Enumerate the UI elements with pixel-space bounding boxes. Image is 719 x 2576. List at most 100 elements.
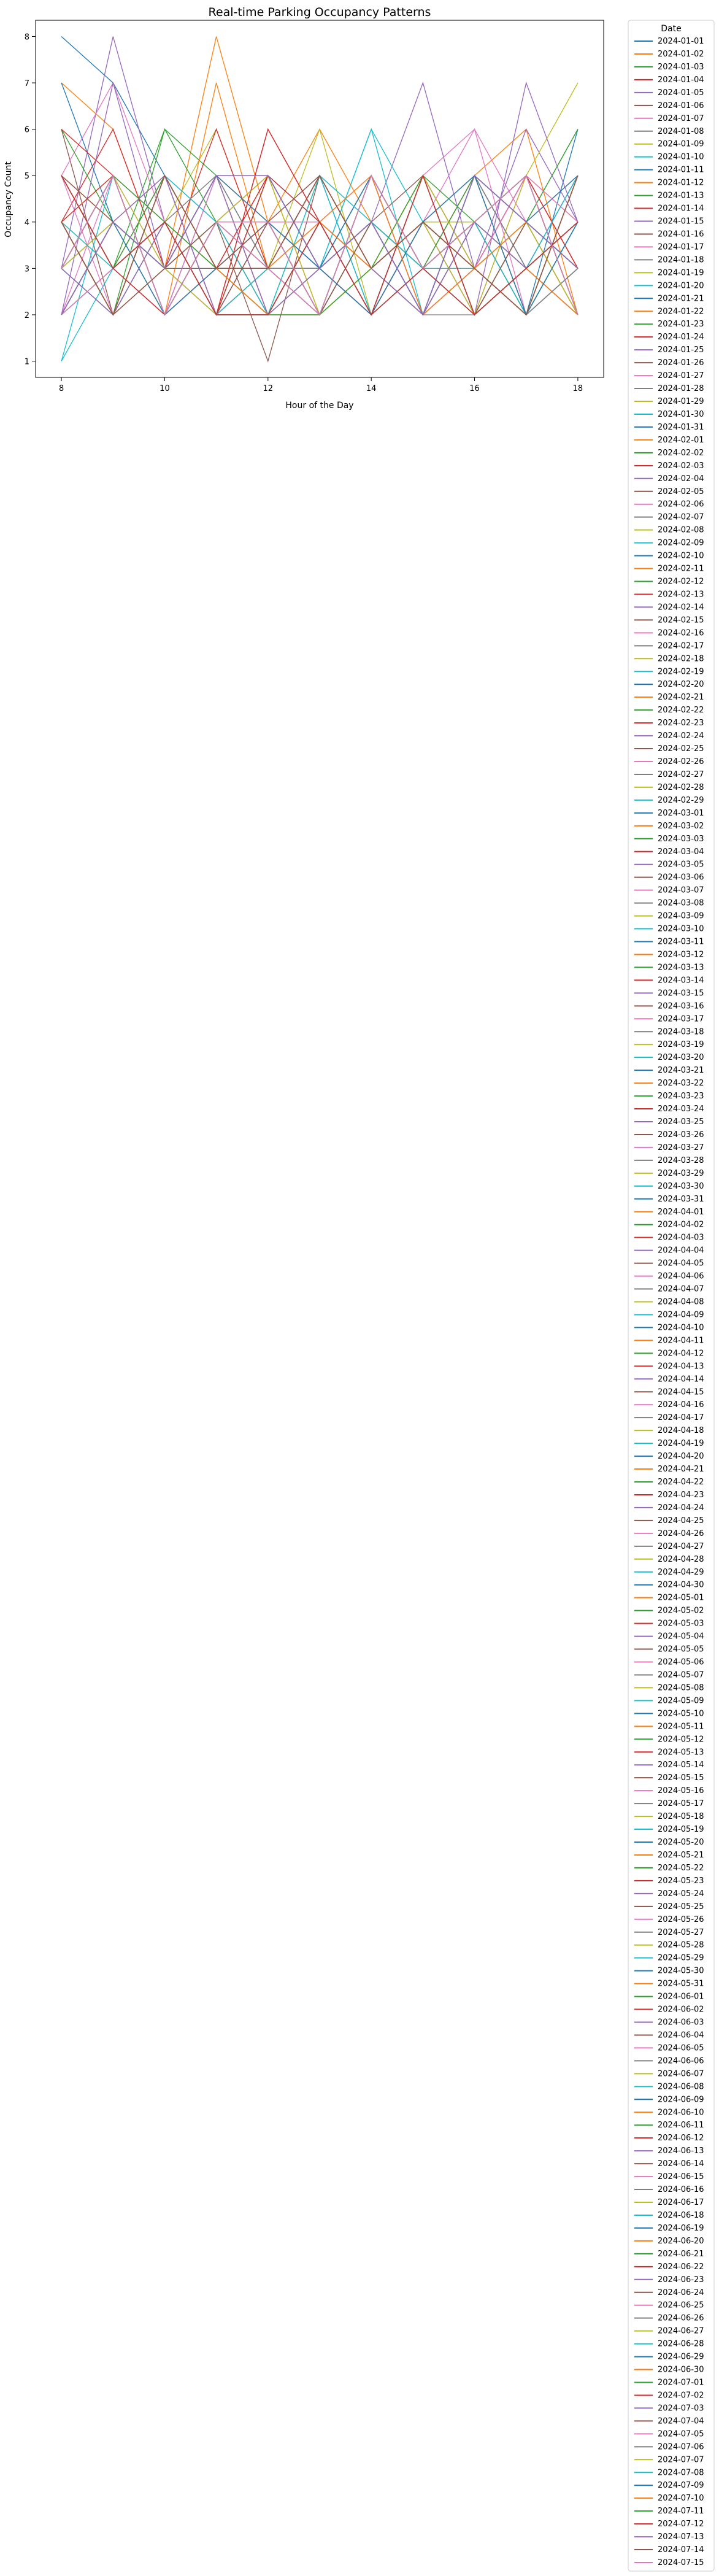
legend-label: 2024-02-05 bbox=[658, 487, 704, 496]
legend-label: 2024-07-03 bbox=[658, 2404, 704, 2413]
legend-label: 2024-07-11 bbox=[658, 2507, 704, 2516]
legend-label: 2024-06-21 bbox=[658, 2250, 704, 2259]
legend-label: 2024-02-02 bbox=[658, 449, 704, 458]
legend-label: 2024-03-15 bbox=[658, 989, 704, 998]
legend-label: 2024-07-12 bbox=[658, 2520, 704, 2529]
legend-label: 2024-05-22 bbox=[658, 1864, 704, 1873]
legend-label: 2024-02-23 bbox=[658, 719, 704, 728]
legend-label: 2024-01-07 bbox=[658, 114, 704, 123]
legend-label: 2024-02-07 bbox=[658, 513, 704, 522]
legend-label: 2024-04-04 bbox=[658, 1246, 704, 1255]
legend-label: 2024-04-02 bbox=[658, 1221, 704, 1230]
y-axis-label: Occupancy Count bbox=[4, 161, 13, 237]
y-tick-label: 3 bbox=[25, 264, 29, 274]
legend-label: 2024-03-23 bbox=[658, 1092, 704, 1101]
legend-label: 2024-06-04 bbox=[658, 2030, 704, 2040]
legend-label: 2024-01-18 bbox=[658, 255, 704, 264]
legend-label: 2024-07-15 bbox=[658, 2558, 704, 2567]
legend-label: 2024-05-31 bbox=[658, 1980, 704, 1989]
legend-label: 2024-04-25 bbox=[658, 1516, 704, 1525]
legend-label: 2024-04-07 bbox=[658, 1285, 704, 1294]
legend-label: 2024-04-30 bbox=[658, 1581, 704, 1590]
legend-label: 2024-06-30 bbox=[658, 2366, 704, 2375]
legend-label: 2024-03-29 bbox=[658, 1169, 704, 1178]
legend-label: 2024-04-10 bbox=[658, 1323, 704, 1332]
legend-label: 2024-05-27 bbox=[658, 1928, 704, 1937]
legend-label: 2024-03-11 bbox=[658, 938, 704, 947]
legend-label: 2024-02-26 bbox=[658, 757, 704, 766]
legend-label: 2024-03-05 bbox=[658, 860, 704, 870]
legend-label: 2024-06-17 bbox=[658, 2198, 704, 2207]
legend-label: 2024-05-09 bbox=[658, 1696, 704, 1705]
legend-label: 2024-02-28 bbox=[658, 783, 704, 792]
legend-label: 2024-05-12 bbox=[658, 1735, 704, 1744]
y-tick-label: 1 bbox=[25, 358, 29, 367]
legend-label: 2024-03-04 bbox=[658, 847, 704, 857]
legend-label: 2024-04-26 bbox=[658, 1529, 704, 1538]
legend-label: 2024-04-19 bbox=[658, 1439, 704, 1448]
legend-label: 2024-02-15 bbox=[658, 615, 704, 625]
legend-label: 2024-01-06 bbox=[658, 101, 704, 110]
legend-label: 2024-05-21 bbox=[658, 1851, 704, 1860]
legend-label: 2024-02-24 bbox=[658, 731, 704, 741]
legend-label: 2024-03-01 bbox=[658, 809, 704, 818]
legend-label: 2024-03-18 bbox=[658, 1027, 704, 1036]
legend-label: 2024-06-27 bbox=[658, 2327, 704, 2336]
legend-label: 2024-04-06 bbox=[658, 1272, 704, 1281]
legend-label: 2024-04-01 bbox=[658, 1208, 704, 1217]
legend-label: 2024-04-18 bbox=[658, 1426, 704, 1435]
legend-label: 2024-01-26 bbox=[658, 358, 704, 368]
y-tick-label: 6 bbox=[25, 126, 29, 135]
legend-label: 2024-03-17 bbox=[658, 1014, 704, 1024]
legend-label: 2024-01-23 bbox=[658, 320, 704, 329]
legend-label: 2024-07-02 bbox=[658, 2391, 704, 2400]
legend-label: 2024-07-07 bbox=[658, 2455, 704, 2464]
legend-label: 2024-05-26 bbox=[658, 1915, 704, 1924]
x-tick-label: 8 bbox=[59, 384, 64, 393]
x-tick-label: 18 bbox=[573, 384, 583, 393]
legend-label: 2024-03-22 bbox=[658, 1079, 704, 1088]
legend-label: 2024-05-15 bbox=[658, 1773, 704, 1783]
legend-label: 2024-05-16 bbox=[658, 1786, 704, 1795]
x-tick-label: 12 bbox=[263, 384, 274, 393]
legend-label: 2024-06-05 bbox=[658, 2043, 704, 2053]
legend-label: 2024-01-02 bbox=[658, 50, 704, 59]
legend-label: 2024-01-04 bbox=[658, 75, 704, 85]
legend-label: 2024-05-01 bbox=[658, 1594, 704, 1603]
legend-label: 2024-03-30 bbox=[658, 1182, 704, 1191]
y-axis: 1 2 3 4 5 6 7 8 bbox=[25, 33, 36, 367]
legend-label: 2024-04-20 bbox=[658, 1452, 704, 1461]
legend-label: 2024-01-08 bbox=[658, 127, 704, 136]
legend-label: 2024-05-25 bbox=[658, 1902, 704, 1911]
legend-label: 2024-03-02 bbox=[658, 822, 704, 831]
legend-label: 2024-01-14 bbox=[658, 204, 704, 214]
legend-label: 2024-03-19 bbox=[658, 1040, 704, 1049]
legend-label: 2024-04-05 bbox=[658, 1259, 704, 1268]
legend-label: 2024-07-08 bbox=[658, 2468, 704, 2477]
legend-label: 2024-02-06 bbox=[658, 500, 704, 509]
legend-label: 2024-04-22 bbox=[658, 1478, 704, 1487]
legend-label: 2024-05-08 bbox=[658, 1683, 704, 1692]
y-tick-label: 7 bbox=[25, 79, 29, 88]
legend-label: 2024-04-29 bbox=[658, 1568, 704, 1577]
legend-label: 2024-02-08 bbox=[658, 526, 704, 535]
legend-label: 2024-06-15 bbox=[658, 2172, 704, 2181]
legend-label: 2024-06-14 bbox=[658, 2159, 704, 2169]
legend-label: 2024-04-13 bbox=[658, 1362, 704, 1371]
legend-label: 2024-04-14 bbox=[658, 1375, 704, 1384]
legend-label: 2024-06-10 bbox=[658, 2108, 704, 2117]
legend-label: 2024-01-20 bbox=[658, 281, 704, 290]
x-tick-label: 14 bbox=[366, 384, 377, 393]
legend-label: 2024-02-19 bbox=[658, 667, 704, 676]
legend-label: 2024-05-24 bbox=[658, 1889, 704, 1899]
legend-label: 2024-02-22 bbox=[658, 706, 704, 715]
legend-label: 2024-06-26 bbox=[658, 2314, 704, 2323]
legend-label: 2024-06-29 bbox=[658, 2353, 704, 2362]
legend-label: 2024-05-14 bbox=[658, 1760, 704, 1770]
legend-label: 2024-01-05 bbox=[658, 88, 704, 98]
legend-label: 2024-07-01 bbox=[658, 2378, 704, 2388]
legend-label: 2024-01-31 bbox=[658, 423, 704, 432]
legend-label: 2024-03-16 bbox=[658, 1001, 704, 1011]
legend-label: 2024-05-20 bbox=[658, 1838, 704, 1847]
legend-label: 2024-07-04 bbox=[658, 2416, 704, 2426]
